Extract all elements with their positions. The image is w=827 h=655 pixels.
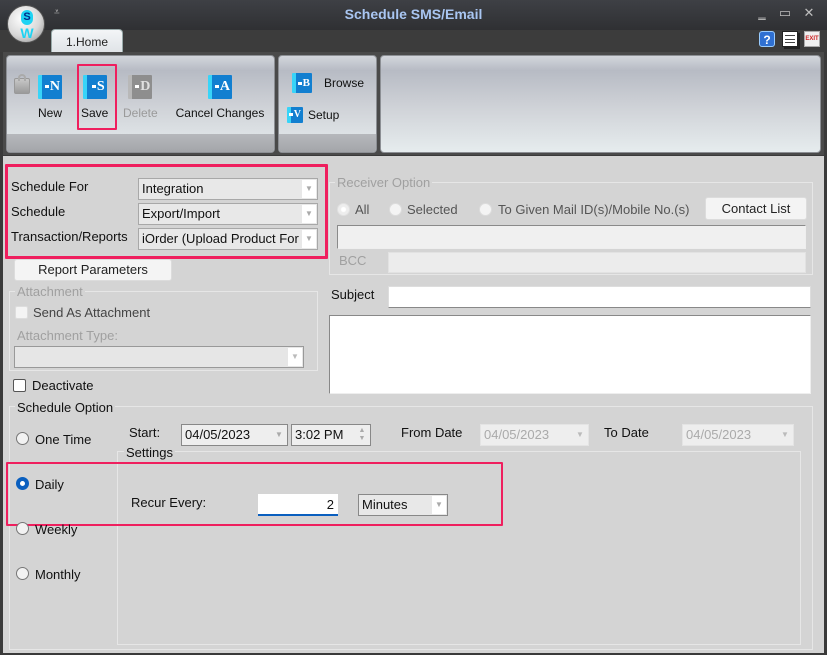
cancel-changes-label: Cancel Changes xyxy=(175,106,265,120)
daily-settings-highlight xyxy=(6,462,503,526)
chevron-down-icon: ▼ xyxy=(275,430,283,439)
transaction-reports-select[interactable]: iOrder (Upload Product For ▼ xyxy=(138,228,318,250)
bcc-label: BCC xyxy=(339,253,367,268)
to-date-label: To Date xyxy=(604,425,649,440)
schedule-for-value: Integration xyxy=(142,181,204,196)
lock-icon[interactable] xyxy=(14,74,30,94)
logo-letter-w: W xyxy=(20,25,34,41)
schedule-select[interactable]: Export/Import ▼ xyxy=(138,203,318,225)
subject-label: Subject xyxy=(331,287,375,302)
send-as-attachment-checkbox[interactable] xyxy=(15,306,28,319)
subject-input[interactable] xyxy=(388,286,811,308)
deactivate-checkbox[interactable] xyxy=(13,379,26,392)
app-logo[interactable]: S W xyxy=(7,5,45,43)
close-button[interactable]: ✕ xyxy=(799,5,819,21)
cancel-changes-icon: A xyxy=(208,75,232,99)
from-date-picker[interactable]: 04/05/2023 ▼ xyxy=(480,424,589,446)
monthly-label: Monthly xyxy=(35,567,81,582)
chevron-down-icon: ▼ xyxy=(302,180,316,198)
receiver-selected-radio[interactable] xyxy=(389,203,402,216)
schedule-option-legend: Schedule Option xyxy=(15,400,116,415)
setup-icon: V xyxy=(287,107,303,123)
from-date-value: 04/05/2023 xyxy=(484,427,550,442)
window-title: Schedule SMS/Email xyxy=(344,6,483,22)
quick-access-chevron-icon[interactable]: ⩡ xyxy=(54,7,60,18)
weekly-radio[interactable] xyxy=(16,522,29,535)
start-date-picker[interactable]: 04/05/2023 ▼ xyxy=(181,424,288,446)
receiver-option-legend: Receiver Option xyxy=(335,175,433,190)
start-time-value: 3:02 PM xyxy=(295,427,344,442)
transaction-reports-label: Transaction/Reports xyxy=(11,229,128,244)
attachment-type-label: Attachment Type: xyxy=(17,328,118,343)
ribbon-group-navigate xyxy=(278,55,377,153)
browse-icon: B xyxy=(292,73,312,93)
schedule-for-select[interactable]: Integration ▼ xyxy=(138,178,318,200)
send-as-attachment-label: Send As Attachment xyxy=(33,305,151,320)
cancel-changes-button[interactable]: A Cancel Changes xyxy=(174,75,266,120)
browse-label: Browse xyxy=(324,76,365,90)
chevron-down-icon: ▼ xyxy=(302,205,316,223)
new-label: New xyxy=(38,106,63,120)
report-parameters-button[interactable]: Report Parameters xyxy=(14,259,172,281)
setup-button[interactable]: V Setup xyxy=(287,107,339,123)
tab-home[interactable]: 1.Home xyxy=(51,29,123,53)
attachment-legend: Attachment xyxy=(15,284,85,299)
attachment-type-select[interactable]: ▼ xyxy=(14,346,304,368)
start-label: Start: xyxy=(129,425,161,440)
contact-list-button[interactable]: Contact List xyxy=(705,197,807,220)
to-date-picker[interactable]: 04/05/2023 ▼ xyxy=(682,424,794,446)
chevron-down-icon: ▼ xyxy=(302,230,316,248)
from-date-label: From Date xyxy=(401,425,463,440)
message-body-textarea[interactable] xyxy=(329,315,811,394)
minimize-button[interactable]: ‗ xyxy=(752,5,772,20)
weekly-label: Weekly xyxy=(35,522,78,537)
schedule-value: Export/Import xyxy=(142,206,221,221)
schedule-for-label: Schedule For xyxy=(11,179,89,194)
delete-icon: D xyxy=(128,75,153,99)
transaction-reports-value: iOrder (Upload Product For xyxy=(142,231,299,246)
one-time-radio[interactable] xyxy=(16,432,29,445)
help-icon[interactable]: ? xyxy=(759,31,775,47)
logo-letter-s: S xyxy=(21,10,33,25)
schedule-label: Schedule xyxy=(11,204,66,219)
to-date-value: 04/05/2023 xyxy=(686,427,752,442)
receiver-selected-label: Selected xyxy=(407,202,458,217)
start-date-value: 04/05/2023 xyxy=(185,427,251,442)
start-time-picker[interactable]: 3:02 PM ▲ ▼ xyxy=(291,424,371,446)
chevron-down-icon: ▼ xyxy=(288,348,302,366)
new-icon: N xyxy=(38,75,62,99)
save-icon: S xyxy=(82,75,107,99)
receiver-given-label: To Given Mail ID(s)/Mobile No.(s) xyxy=(498,202,690,217)
receiver-given-radio[interactable] xyxy=(479,203,492,216)
bcc-input[interactable] xyxy=(388,252,806,273)
save-label: Save xyxy=(81,106,109,120)
settings-legend: Settings xyxy=(124,445,175,460)
receiver-to-input[interactable] xyxy=(337,225,806,249)
new-button[interactable]: N New xyxy=(38,75,62,120)
spinner-icon[interactable]: ▲ ▼ xyxy=(355,426,369,444)
ribbon-group-empty xyxy=(380,55,821,153)
monthly-radio[interactable] xyxy=(16,567,29,580)
chevron-down-icon: ▼ xyxy=(781,430,789,439)
maximize-button[interactable]: ▭ xyxy=(775,5,795,21)
document-icon[interactable] xyxy=(782,31,798,47)
setup-label: Setup xyxy=(308,108,340,122)
browse-button[interactable]: B Browse xyxy=(292,73,364,93)
deactivate-label: Deactivate xyxy=(32,378,94,393)
one-time-label: One Time xyxy=(35,432,92,447)
receiver-all-radio[interactable] xyxy=(337,203,350,216)
save-button[interactable]: S Save xyxy=(81,75,108,120)
delete-label: Delete xyxy=(123,106,158,120)
delete-button[interactable]: D Delete xyxy=(123,75,158,120)
chevron-down-icon: ▼ xyxy=(576,430,584,439)
tab-bar xyxy=(0,30,827,52)
receiver-all-label: All xyxy=(355,202,370,217)
exit-icon[interactable]: EXIT xyxy=(804,31,820,47)
